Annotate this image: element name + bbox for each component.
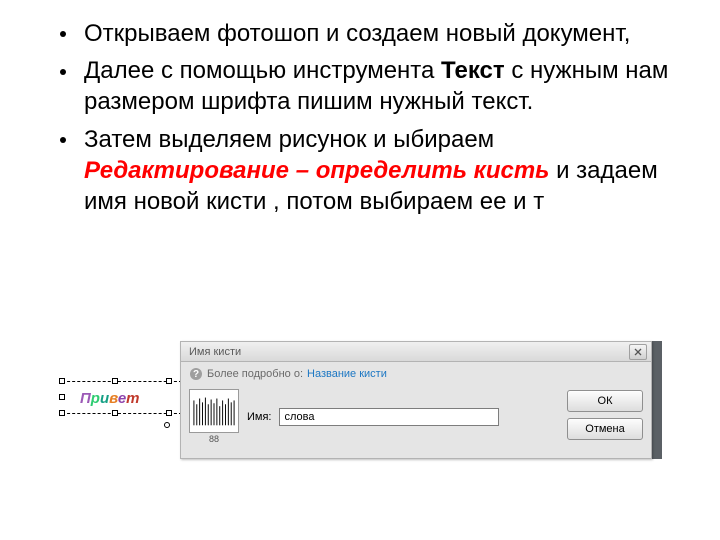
dialog-body: ? Более подробно о: Название кисти — [181, 362, 651, 458]
brush-preview — [189, 389, 239, 433]
name-label: Имя: — [247, 411, 271, 423]
brush-name-dialog: Имя кисти ? Более подроб — [180, 341, 652, 459]
dialog-area: Привет Имя кисти — [62, 341, 654, 481]
bullet-item: Далее с помощью инструмента Текст с нужн… — [60, 55, 680, 117]
panel-edge — [652, 341, 662, 459]
info-link[interactable]: Название кисти — [307, 368, 387, 380]
preview-size: 88 — [189, 434, 239, 444]
text-run: Открываем фотошоп и создаем новый докуме… — [84, 20, 630, 47]
preview-wrap: 88 — [189, 389, 239, 444]
bullet-list: Открываем фотошоп и создаем новый докуме… — [60, 18, 680, 217]
preview-icon — [192, 392, 236, 428]
slide: Открываем фотошоп и создаем новый докуме… — [0, 0, 720, 540]
text-run: Текст — [441, 57, 505, 84]
text-run: Затем выделяем рисунок и ыбираем — [84, 126, 494, 153]
dialog-info: ? Более подробно о: Название кисти — [181, 362, 651, 381]
bullet-item: Затем выделяем рисунок и ыбираем Редакти… — [60, 124, 680, 218]
selection-box: Привет — [62, 381, 182, 425]
sample-text: Привет — [80, 390, 140, 407]
text-run: Редактирование – определить кисть — [84, 157, 549, 184]
dialog-title: Имя кисти — [189, 346, 241, 358]
close-icon — [634, 348, 642, 356]
cancel-button[interactable]: Отмена — [567, 418, 643, 440]
text-run: Далее с помощью инструмента — [84, 57, 441, 84]
ok-button[interactable]: ОК — [567, 390, 643, 412]
dialog-titlebar: Имя кисти — [181, 342, 651, 362]
close-button[interactable] — [629, 344, 647, 360]
name-input[interactable] — [279, 408, 499, 426]
svg-text:?: ? — [193, 369, 199, 380]
bullet-item: Открываем фотошоп и создаем новый докуме… — [60, 18, 680, 49]
info-text: Более подробно о: — [207, 368, 303, 380]
dialog-buttons: ОК Отмена — [567, 390, 643, 440]
help-icon: ? — [189, 367, 203, 381]
